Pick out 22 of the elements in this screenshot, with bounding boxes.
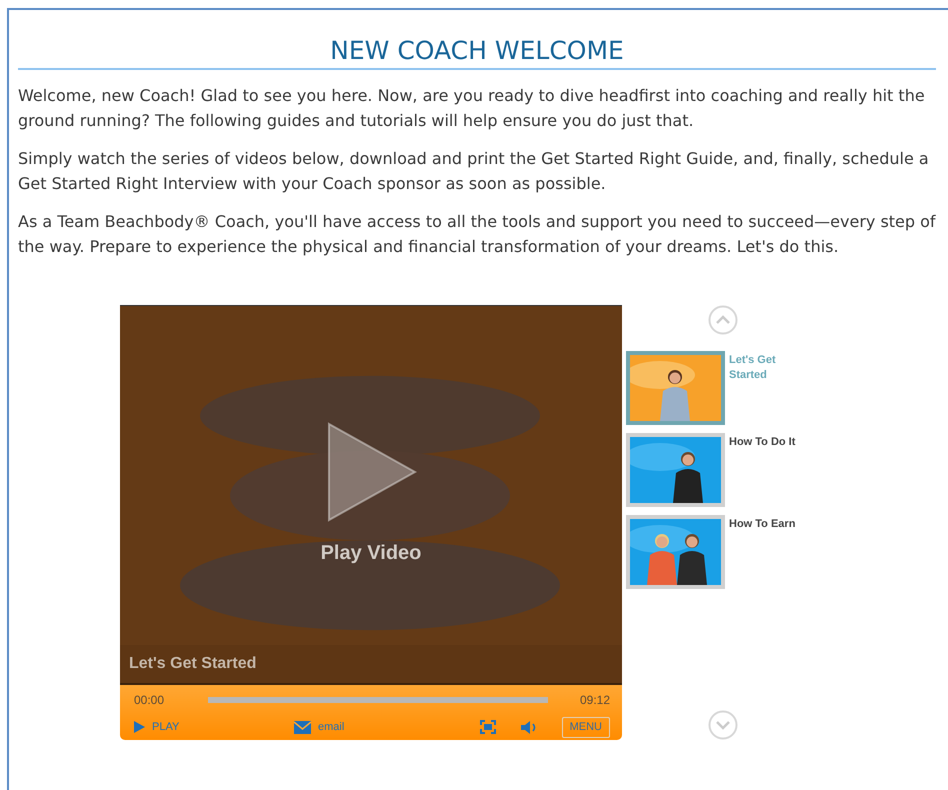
scroll-up-button[interactable] bbox=[708, 305, 738, 335]
paragraph: Simply watch the series of videos below, download and print the Get Started Right Guide, and, finally, schedule a Get Started Right Interview with your Coach sponsor as soon as possible. bbox=[18, 148, 930, 195]
video-title-link[interactable]: Let's Get Started bbox=[729, 353, 809, 383]
video-title-link[interactable]: How To Earn bbox=[729, 517, 809, 532]
elapsed-time: 00:00 bbox=[134, 692, 164, 709]
email-button[interactable]: email bbox=[294, 719, 344, 736]
play-icon bbox=[134, 721, 145, 734]
menu-button[interactable]: MENU bbox=[562, 717, 610, 738]
progress-track[interactable] bbox=[208, 697, 548, 703]
video-caption: Let's Get Started bbox=[129, 655, 256, 673]
play-button[interactable]: PLAY bbox=[134, 719, 294, 736]
email-icon bbox=[294, 720, 311, 734]
play-overlay-button[interactable] bbox=[325, 422, 417, 522]
scroll-down-button[interactable] bbox=[708, 710, 738, 740]
page-title: NEW COACH WELCOME bbox=[18, 10, 936, 70]
duration-time: 09:12 bbox=[580, 692, 610, 709]
play-video-label: Play Video bbox=[320, 542, 422, 565]
video-title-link[interactable]: How To Do It bbox=[729, 435, 809, 450]
paragraph: Welcome, new Coach! Glad to see you here. Now, are you ready to dive headfirst into coaching and really hit the ground running? The following guides and tutorials will help ensure you do just that. bbox=[18, 85, 926, 132]
fullscreen-icon[interactable] bbox=[480, 720, 496, 734]
paragraph: As a Team Beachbody® Coach, you'll have access to all the tools and support you need to succeed—every step of the way. Prepare to experience the physical and financial transformation of your dreams. Let's do this. bbox=[18, 211, 936, 258]
volume-icon[interactable] bbox=[520, 720, 538, 735]
